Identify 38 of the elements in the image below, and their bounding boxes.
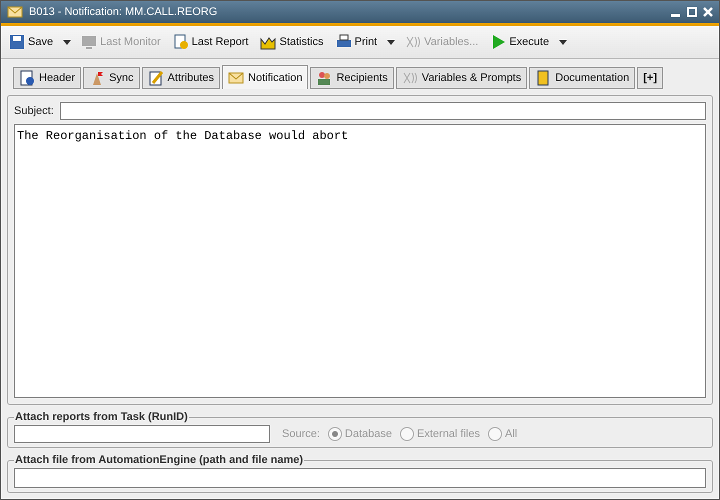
caret-icon[interactable] xyxy=(387,40,396,44)
people-icon xyxy=(316,70,332,86)
file-path-field[interactable] xyxy=(14,468,706,488)
caret-icon[interactable] xyxy=(63,40,72,44)
tab[interactable]: Sync xyxy=(83,67,140,89)
group-title: Attach file from AutomationEngine (path and file name) xyxy=(14,454,304,466)
tab[interactable]: Recipients xyxy=(310,67,394,89)
toolbar-button[interactable]: Save xyxy=(7,32,56,52)
tab[interactable]: Documentation xyxy=(529,67,636,89)
message-field[interactable]: The Reorganisation of the Database would abort xyxy=(14,124,706,398)
tab[interactable]: Notification xyxy=(222,65,308,89)
printer-icon xyxy=(336,34,352,50)
info-document-icon xyxy=(19,70,35,86)
group-title: Attach reports from Task (RunID) xyxy=(14,411,189,423)
caret-icon[interactable] xyxy=(559,40,568,44)
close-icon[interactable] xyxy=(703,7,713,17)
envelope-icon xyxy=(228,70,244,86)
book-icon xyxy=(535,70,552,86)
variables-icon xyxy=(402,70,418,86)
monitor-icon xyxy=(81,34,98,50)
tab[interactable]: Attributes xyxy=(142,67,220,89)
toolbar-button[interactable]: Execute xyxy=(488,32,552,52)
tab[interactable]: [+] xyxy=(637,67,663,89)
tab[interactable]: Variables & Prompts xyxy=(396,67,528,89)
pencil-document-icon xyxy=(148,70,164,86)
runid-field[interactable] xyxy=(14,425,270,443)
envelope-icon xyxy=(7,4,23,20)
toolbar-button[interactable]: Last Report xyxy=(170,32,250,52)
tab[interactable]: Header xyxy=(13,67,82,89)
maximize-icon[interactable] xyxy=(687,7,697,17)
play-icon xyxy=(490,34,506,50)
toolbar-button[interactable]: Statistics xyxy=(258,32,326,52)
window-title: B013 - Notification: MM.CALL.REORG xyxy=(29,6,218,18)
toolbar-button[interactable]: Print xyxy=(334,32,380,52)
variables-icon xyxy=(405,34,422,50)
subject-field[interactable] xyxy=(60,102,706,120)
subject-label: Subject: xyxy=(14,105,54,117)
source-label: Source: xyxy=(282,428,320,440)
